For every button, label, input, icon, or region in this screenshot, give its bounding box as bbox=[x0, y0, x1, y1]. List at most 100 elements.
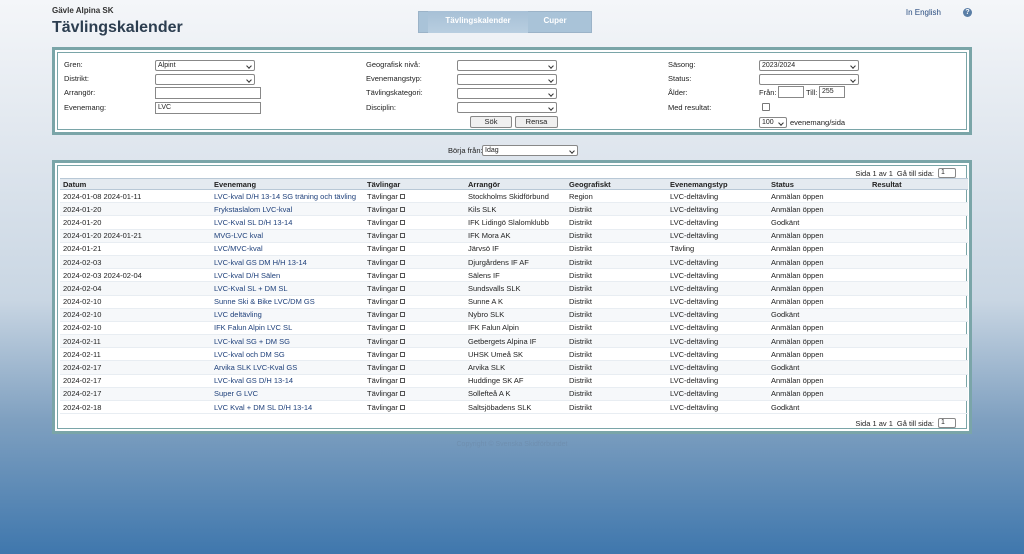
result-cell bbox=[869, 242, 968, 256]
cell-text: Anmälan öppen bbox=[771, 389, 824, 399]
fran-input[interactable] bbox=[778, 86, 804, 98]
event-link[interactable]: LVC-Kval SL D/H 13-14 bbox=[211, 215, 364, 230]
page-select[interactable]: 1 bbox=[938, 418, 956, 428]
resultat-checkbox[interactable] bbox=[762, 103, 770, 111]
column-header[interactable]: Evenemangstyp bbox=[667, 178, 768, 190]
column-header[interactable]: Tävlingar bbox=[364, 178, 465, 190]
disciplin-label: Disciplin: bbox=[366, 103, 397, 112]
competitions-link[interactable]: Tävlingar bbox=[364, 281, 465, 296]
event-link[interactable]: MVG-LVC kval bbox=[211, 229, 364, 243]
typ-select[interactable] bbox=[457, 74, 557, 85]
alder-label: Ålder: bbox=[668, 88, 688, 97]
event-link[interactable]: Frykstaslalom LVC-kval bbox=[211, 202, 364, 217]
cell-text: Distrikt bbox=[569, 231, 592, 241]
kategori-label: Tävlingskategori: bbox=[366, 88, 423, 97]
result-cell bbox=[869, 334, 968, 349]
tab-tavlingskalender[interactable]: Tävlingskalender bbox=[428, 11, 528, 33]
cell-text: LVC-kval SG + DM SG bbox=[214, 336, 290, 346]
geo-select[interactable] bbox=[457, 60, 557, 71]
column-header[interactable]: Evenemang bbox=[211, 178, 364, 190]
event-link[interactable]: IFK Falun Alpin LVC SL bbox=[211, 321, 364, 336]
type-cell: LVC-deltävling bbox=[667, 202, 768, 217]
start-label: Börja från: bbox=[448, 146, 483, 155]
language-link[interactable]: In English bbox=[906, 8, 941, 17]
tab-cuper[interactable]: Cuper bbox=[530, 11, 580, 33]
rensa-button[interactable]: Rensa bbox=[515, 116, 558, 128]
type-cell: LVC-deltävling bbox=[667, 374, 768, 388]
cell-text: 2024-02-11 bbox=[63, 349, 101, 359]
competitions-link[interactable]: Tävlingar bbox=[364, 347, 465, 362]
arrangor-input[interactable] bbox=[155, 87, 261, 99]
date-cell: 2024-02-11 bbox=[60, 334, 211, 349]
type-cell: LVC-deltävling bbox=[667, 189, 768, 204]
competitions-link[interactable]: Tävlingar bbox=[364, 215, 465, 230]
competitions-link[interactable]: Tävlingar bbox=[364, 360, 465, 375]
competitions-link[interactable]: Tävlingar bbox=[364, 268, 465, 283]
status-select[interactable] bbox=[759, 74, 859, 85]
event-link[interactable]: LVC-kval SG + DM SG bbox=[211, 334, 364, 349]
cell-text: Stockholms Skidförbund bbox=[468, 191, 549, 201]
cell-text: 2024-02-17 bbox=[63, 376, 102, 386]
external-link-icon bbox=[399, 259, 405, 265]
competitions-link[interactable]: Tävlingar bbox=[364, 242, 465, 256]
event-link[interactable]: Sunne Ski & Bike LVC/DM GS bbox=[211, 295, 364, 309]
event-link[interactable]: Super G LVC bbox=[211, 387, 364, 402]
cell-text: Getbergets Alpina IF bbox=[468, 336, 537, 346]
cell-text: Distrikt bbox=[569, 244, 592, 254]
competitions-link[interactable]: Tävlingar bbox=[364, 255, 465, 270]
event-link[interactable]: LVC Kval + DM SL D/H 13-14 bbox=[211, 400, 364, 415]
start-select[interactable]: Idag bbox=[482, 145, 578, 156]
event-link[interactable]: LVC-kval D/H 13-14 SG träning och tävlin… bbox=[211, 189, 364, 204]
page-select[interactable]: 1 bbox=[938, 168, 956, 178]
competitions-link[interactable]: Tävlingar bbox=[364, 400, 465, 415]
status-cell: Anmälan öppen bbox=[768, 321, 869, 336]
distrikt-select[interactable] bbox=[155, 74, 255, 85]
cell-text: 2024-02-03 2024-02-04 bbox=[63, 270, 142, 280]
table-row: 2024-02-17 LVC-kval GS D/H 13-14 Tävlingar… bbox=[60, 374, 968, 388]
geo-cell: Distrikt bbox=[566, 321, 667, 336]
event-link[interactable]: Arvika SLK LVC-Kval GS bbox=[211, 360, 364, 375]
cell-text: Distrikt bbox=[569, 204, 592, 214]
organizer-cell: Stockholms Skidförbund bbox=[465, 189, 566, 204]
competitions-link[interactable]: Tävlingar bbox=[364, 229, 465, 243]
event-link[interactable]: LVC/MVC-kval bbox=[211, 242, 364, 256]
help-icon[interactable]: ? bbox=[963, 8, 972, 17]
per-page-select[interactable]: 100 bbox=[759, 117, 787, 128]
cell-text: 2024-02-17 bbox=[63, 389, 102, 399]
competitions-link[interactable]: Tävlingar bbox=[364, 202, 465, 217]
competitions-link[interactable]: Tävlingar bbox=[364, 189, 465, 204]
sasong-select[interactable]: 2023/2024 bbox=[759, 60, 859, 71]
column-header[interactable]: Geografiskt bbox=[566, 178, 667, 190]
competitions-link[interactable]: Tävlingar bbox=[364, 295, 465, 309]
event-link[interactable]: LVC-kval och DM SG bbox=[211, 347, 364, 362]
competitions-link[interactable]: Tävlingar bbox=[364, 374, 465, 388]
column-header[interactable]: Status bbox=[768, 178, 869, 190]
type-cell: LVC-deltävling bbox=[667, 387, 768, 402]
kategori-select[interactable] bbox=[457, 88, 557, 99]
cell-text: Tävlingar bbox=[367, 231, 398, 241]
column-header[interactable]: Resultat bbox=[869, 178, 968, 190]
cell-text: Anmälan öppen bbox=[771, 376, 824, 386]
status-cell: Anmälan öppen bbox=[768, 387, 869, 402]
cell-text: Arvika SLK LVC-Kval GS bbox=[214, 363, 298, 373]
column-header[interactable]: Arrangör bbox=[465, 178, 566, 190]
cell-text: LVC-kval D/H Sälen bbox=[214, 270, 281, 280]
column-header[interactable]: Datum bbox=[60, 178, 211, 190]
sok-button[interactable]: Sök bbox=[470, 116, 512, 128]
event-link[interactable]: LVC-kval GS D/H 13-14 bbox=[211, 374, 364, 388]
event-link[interactable]: LVC deltävling bbox=[211, 308, 364, 322]
competitions-link[interactable]: Tävlingar bbox=[364, 321, 465, 336]
till-input[interactable]: 255 bbox=[819, 86, 845, 98]
disciplin-select[interactable] bbox=[457, 102, 557, 113]
cell-text: Sunne A K bbox=[468, 297, 504, 307]
cell-text: LVC/MVC-kval bbox=[214, 244, 263, 254]
competitions-link[interactable]: Tävlingar bbox=[364, 308, 465, 322]
evenemang-input[interactable]: LVC bbox=[155, 102, 261, 114]
competitions-link[interactable]: Tävlingar bbox=[364, 387, 465, 402]
event-link[interactable]: LVC-Kval SL + DM SL bbox=[211, 281, 364, 296]
tab-bar: Tävlingskalender Cuper bbox=[418, 11, 592, 33]
competitions-link[interactable]: Tävlingar bbox=[364, 334, 465, 349]
gren-select[interactable]: Alpint bbox=[155, 60, 255, 71]
event-link[interactable]: LVC-kval D/H Sälen bbox=[211, 268, 364, 283]
event-link[interactable]: LVC-kval GS DM H/H 13-14 bbox=[211, 255, 364, 270]
